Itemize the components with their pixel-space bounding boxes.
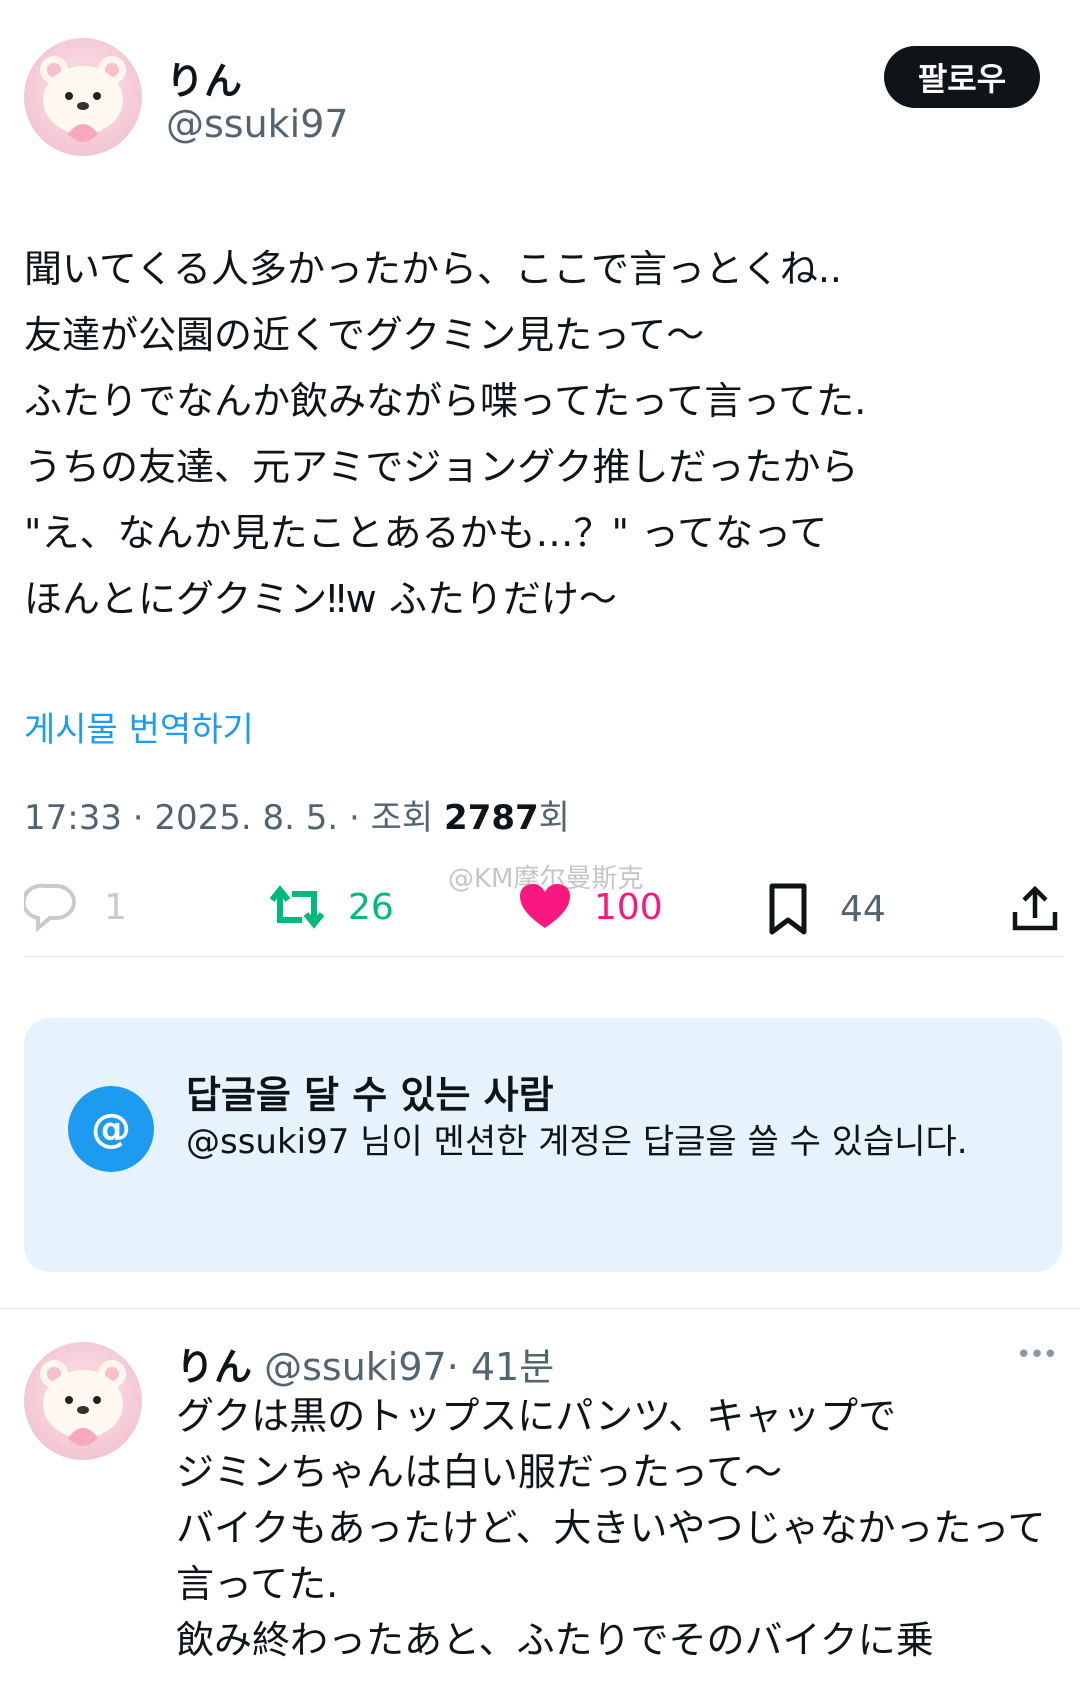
reply-restriction-box: @ 답글을 달 수 있는 사람 @ssuki97 님이 멘션한 계정은 답글을 … [24, 1018, 1062, 1272]
reply-restriction-title: 답글을 달 수 있는 사람 [186, 1064, 554, 1119]
bookmark-icon [766, 882, 810, 936]
reply-restriction-description: @ssuki97 님이 멘션한 계정은 답글을 쓸 수 있습니다. [186, 1118, 1026, 1166]
follow-button[interactable]: 팔로우 [884, 46, 1040, 108]
at-sign-icon: @ [68, 1086, 154, 1172]
reply-header: りん @ssuki97· 41분 [176, 1336, 554, 1391]
bookmark-action[interactable]: 44 [766, 882, 886, 936]
share-button[interactable] [1010, 884, 1060, 938]
bear-plush-icon [24, 38, 142, 156]
reply-count: 1 [104, 887, 127, 928]
author-avatar[interactable] [24, 38, 142, 156]
share-icon [1010, 884, 1060, 934]
bear-plush-icon [24, 1342, 142, 1460]
view-suffix: 회 [539, 798, 570, 838]
retweet-count: 26 [348, 887, 394, 928]
reply-icon [24, 882, 78, 932]
author-handle[interactable]: @ssuki97 [166, 102, 349, 146]
tweet-text: 聞いてくる人多かったから、ここで言っとくね.. 友達が公園の近くでグクミン見たっ… [24, 236, 1054, 632]
heart-icon [518, 882, 572, 932]
reply-author-avatar[interactable] [24, 1342, 142, 1460]
divider [24, 956, 1064, 957]
like-action[interactable]: 100 [518, 882, 663, 932]
bookmark-count: 44 [840, 889, 886, 930]
timestamp[interactable]: 17:33 · 2025. 8. 5. · 조회 [24, 798, 444, 838]
view-count: 2787 [444, 798, 539, 838]
tweet-meta: 17:33 · 2025. 8. 5. · 조회 2787회 [24, 790, 570, 839]
retweet-action[interactable]: 26 [268, 882, 394, 932]
reply-text: グクは黒のトップスにパンツ、キャップで ジミンちゃんは白い服だったって～ バイク… [176, 1388, 1056, 1668]
like-count: 100 [594, 887, 663, 928]
reply-author-name[interactable]: りん [176, 1345, 252, 1389]
reply-time[interactable]: · 41분 [447, 1345, 554, 1389]
retweet-icon [268, 882, 326, 932]
reply-action[interactable]: 1 [24, 882, 127, 932]
reply-author-handle[interactable]: @ssuki97 [264, 1345, 447, 1389]
more-options-button[interactable]: ••• [1016, 1340, 1056, 1370]
divider [0, 1308, 1080, 1309]
author-name[interactable]: りん [166, 50, 242, 105]
translate-link[interactable]: 게시물 번역하기 [24, 702, 254, 751]
